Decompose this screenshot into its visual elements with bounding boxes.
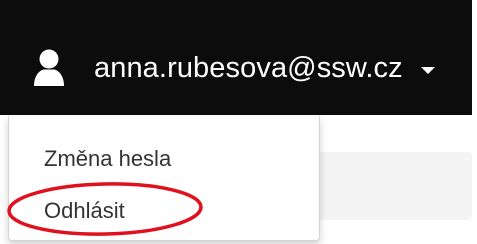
- user-icon: [28, 47, 70, 89]
- logout-item[interactable]: Odhlásit: [44, 198, 125, 224]
- page-edge: [472, 0, 477, 244]
- user-menu-toggle[interactable]: anna.rubesova@ssw.cz: [28, 46, 435, 90]
- caret-down-icon: [420, 66, 435, 74]
- user-dropdown-menu: Změna hesla Odhlásit: [8, 116, 320, 241]
- user-email: anna.rubesova@ssw.cz: [94, 51, 403, 84]
- change-password-item[interactable]: Změna hesla: [44, 146, 171, 172]
- top-navbar: anna.rubesova@ssw.cz: [0, 0, 472, 115]
